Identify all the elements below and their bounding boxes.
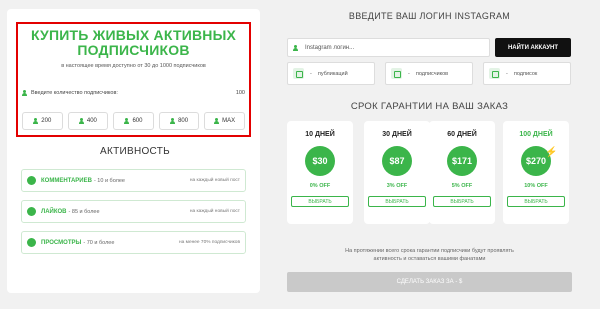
user-icon <box>78 118 84 124</box>
place-order-button[interactable]: СДЕЛАТЬ ЗАКАЗ ЗА - $ <box>287 272 572 292</box>
eye-icon <box>27 238 36 247</box>
user-icon <box>33 118 39 124</box>
preset-800-button[interactable]: 800 <box>158 112 200 130</box>
stat-followers: - подписчиков <box>385 62 473 85</box>
buy-subtitle: в настоящее время доступно от 30 до 1000… <box>61 63 206 69</box>
select-plan-button[interactable]: ВЫБРАТЬ <box>291 196 349 207</box>
plan-60-days: 60 ДНЕЙ $171 5% OFF ВЫБРАТЬ <box>429 121 495 224</box>
guarantee-note: На протяжении всего срока гарантии подпи… <box>345 248 514 262</box>
user-icon <box>293 44 298 51</box>
followers-icon <box>391 68 402 79</box>
activity-likes: ЛАЙКОВ - 85 и более на каждый новый пост <box>21 200 246 223</box>
stat-posts: - публикаций <box>287 62 375 85</box>
login-title: ВВЕДИТЕ ВАШ ЛОГИН INSTAGRAM <box>348 11 511 21</box>
plan-price: $87 <box>382 146 412 176</box>
guarantee-title: СРОК ГАРАНТИИ НА ВАШ ЗАКАЗ <box>350 101 509 112</box>
plan-10-days: 10 ДНЕЙ $30 0% OFF ВЫБРАТЬ <box>287 121 353 224</box>
user-icon <box>170 118 176 124</box>
preset-400-button[interactable]: 400 <box>67 112 109 130</box>
image-icon <box>293 68 304 79</box>
stat-following: - подписок <box>483 62 571 85</box>
user-icon <box>214 118 220 124</box>
heart-icon <box>27 207 36 216</box>
select-plan-button[interactable]: ВЫБРАТЬ <box>433 196 491 207</box>
preset-600-button[interactable]: 600 <box>113 112 154 130</box>
activity-title: АКТИВНОСТЬ <box>99 146 171 157</box>
quantity-value[interactable]: 100 <box>236 90 245 96</box>
select-plan-button[interactable]: ВЫБРАТЬ <box>368 196 426 207</box>
activity-comments: КОММЕНТАРИЕВ - 10 и более на каждый новы… <box>21 169 246 192</box>
quantity-label: Введите количество подписчиков: <box>31 90 118 96</box>
find-account-button[interactable]: НАЙТИ АККАУНТ <box>495 38 571 57</box>
user-icon <box>124 118 130 124</box>
quantity-presets: 200 400 600 800 MAX <box>22 112 245 130</box>
lightning-icon: ⚡ <box>545 147 558 158</box>
select-plan-button[interactable]: ВЫБРАТЬ <box>507 196 565 207</box>
buy-title: КУПИТЬ ЖИВЫХ АКТИВНЫХ ПОДПИСЧИКОВ <box>30 27 237 58</box>
plan-100-days: ⚡ 100 ДНЕЙ $270 10% OFF ВЫБРАТЬ <box>503 121 569 224</box>
plan-30-days: 30 ДНЕЙ $87 3% OFF ВЫБРАТЬ <box>364 121 430 224</box>
preset-max-button[interactable]: MAX <box>204 112 245 130</box>
quantity-field[interactable]: Введите количество подписчиков: 100 <box>22 87 245 99</box>
activity-views: ПРОСМОТРЫ - 70 и более на менее 70% подп… <box>21 231 246 254</box>
preset-200-button[interactable]: 200 <box>22 112 63 130</box>
login-placeholder: Instagram логин... <box>305 44 355 51</box>
buy-followers-box: КУПИТЬ ЖИВЫХ АКТИВНЫХ ПОДПИСЧИКОВ в наст… <box>16 22 251 137</box>
plan-price: $171 <box>447 146 477 176</box>
plan-price: $30 <box>305 146 335 176</box>
user-icon <box>22 90 27 96</box>
following-icon <box>489 68 500 79</box>
instagram-login-input[interactable]: Instagram логин... <box>287 38 490 57</box>
comment-icon <box>27 176 36 185</box>
